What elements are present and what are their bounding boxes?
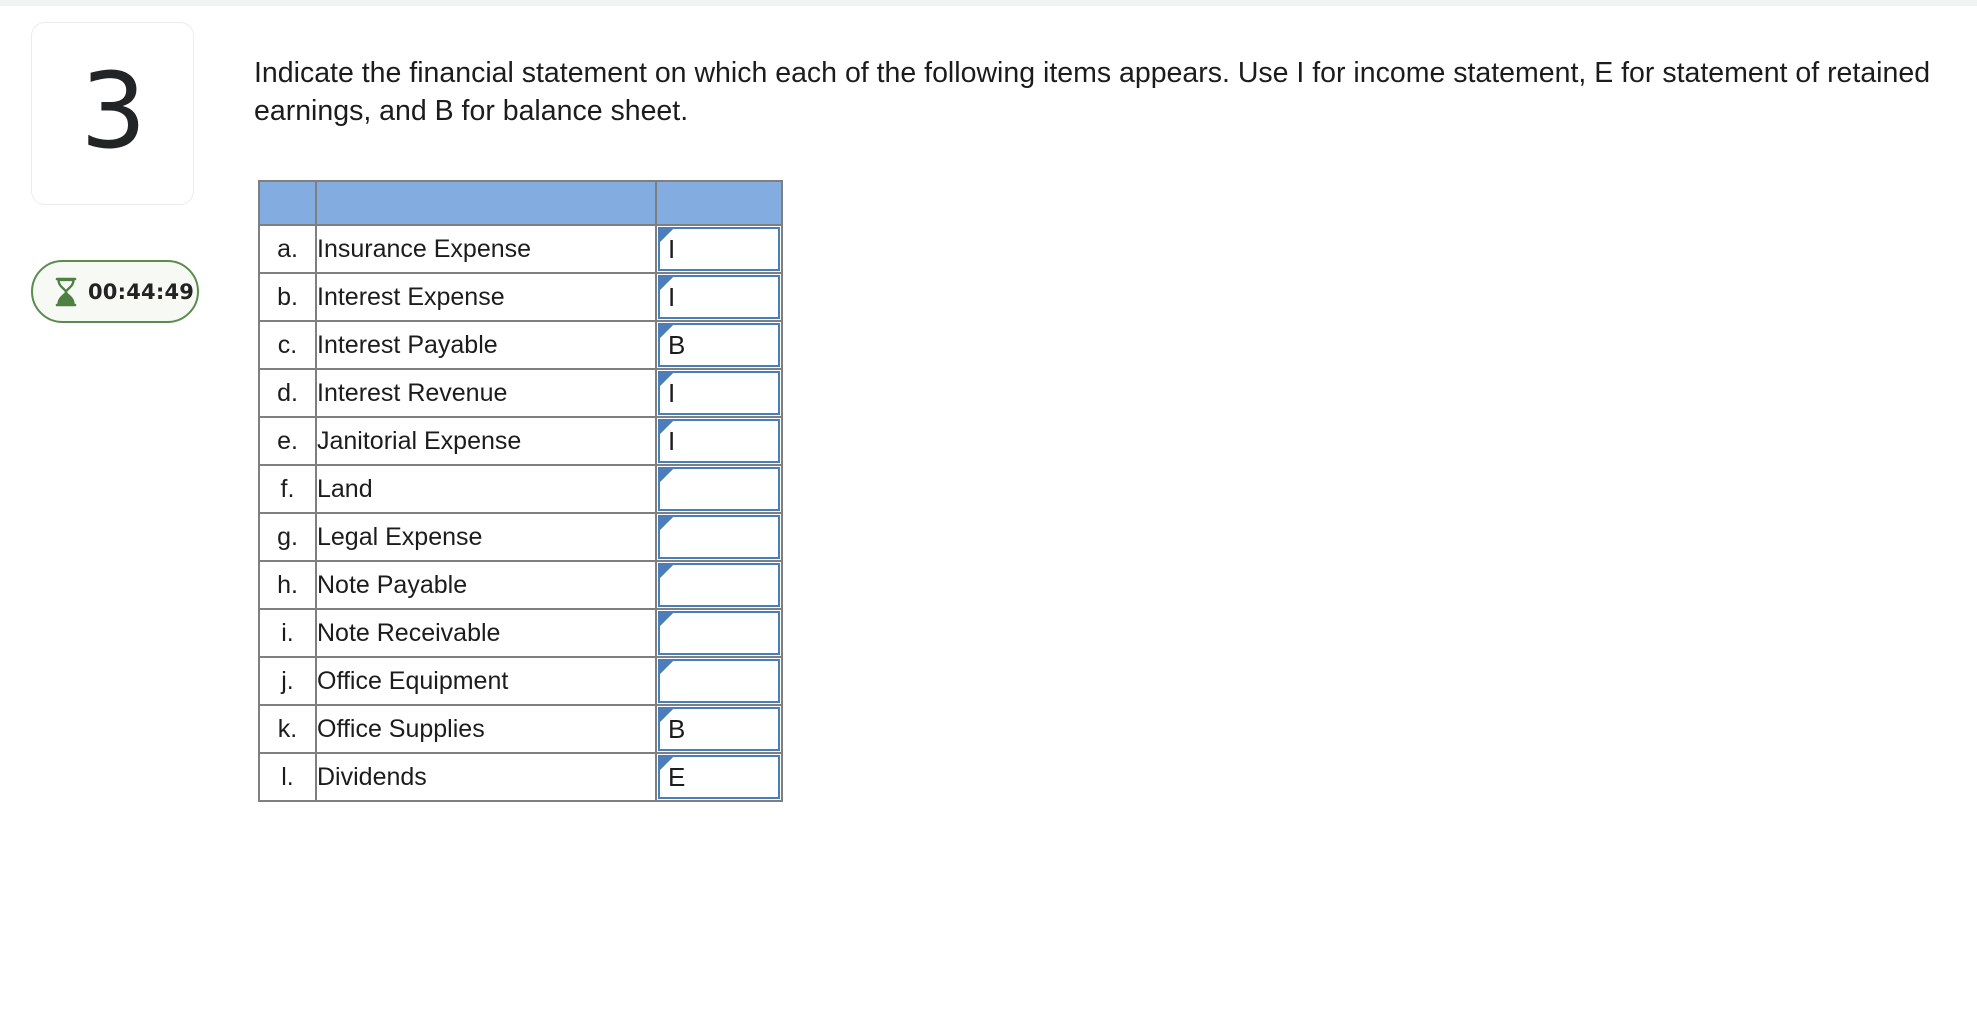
table-row: b. Interest Expense I — [258, 272, 783, 322]
row-letter: l. — [258, 752, 317, 802]
answer-value: E — [668, 762, 686, 792]
answer-table-body: a. Insurance Expense Ib. Interest Expense Ic… — [258, 180, 783, 802]
table-row: g. Legal Expense — [258, 512, 783, 562]
cell-corner-triangle-icon — [660, 565, 673, 578]
row-item-label: Note Payable — [315, 560, 657, 610]
row-item-label: Interest Payable — [315, 320, 657, 370]
row-answer-cell[interactable]: I — [655, 272, 783, 322]
cell-corner-triangle-icon — [660, 517, 673, 530]
table-row: d. Interest Revenue I — [258, 368, 783, 418]
row-letter: f. — [258, 464, 317, 514]
left-rail: 3 00:44:49 — [31, 22, 201, 323]
row-letter: i. — [258, 608, 317, 658]
row-letter: d. — [258, 368, 317, 418]
table-header-row — [258, 180, 783, 226]
answer-value: I — [668, 234, 676, 264]
table-row: k. Office Supplies B — [258, 704, 783, 754]
row-letter: k. — [258, 704, 317, 754]
table-row: f. Land — [258, 464, 783, 514]
answer-value: I — [668, 426, 676, 456]
row-answer-cell[interactable] — [655, 512, 783, 562]
answer-input[interactable]: I — [658, 419, 780, 463]
table-row: h. Note Payable — [258, 560, 783, 610]
row-item-label: Interest Expense — [315, 272, 657, 322]
header-cell-item — [315, 180, 657, 226]
row-answer-cell[interactable] — [655, 560, 783, 610]
question-number-card: 3 — [31, 22, 194, 205]
table-row: j. Office Equipment — [258, 656, 783, 706]
answer-value: I — [668, 282, 676, 312]
row-answer-cell[interactable]: I — [655, 368, 783, 418]
answer-input[interactable] — [658, 467, 780, 511]
answer-input[interactable]: B — [658, 323, 780, 367]
answer-input[interactable] — [658, 611, 780, 655]
header-cell-answer — [655, 180, 783, 226]
row-item-label: Office Equipment — [315, 656, 657, 706]
table-row: l. Dividends E — [258, 752, 783, 802]
answer-input[interactable]: I — [658, 227, 780, 271]
row-letter: b. — [258, 272, 317, 322]
row-item-label: Insurance Expense — [315, 224, 657, 274]
answer-input[interactable]: E — [658, 755, 780, 799]
answer-table-wrap: a. Insurance Expense Ib. Interest Expense Ic… — [258, 180, 783, 802]
row-item-label: Interest Revenue — [315, 368, 657, 418]
cell-corner-triangle-icon — [660, 469, 673, 482]
table-row: a. Insurance Expense I — [258, 224, 783, 274]
question-page: 3 00:44:49 Indicate the financial statem… — [0, 0, 1977, 1017]
cell-corner-triangle-icon — [660, 661, 673, 674]
answer-value: B — [668, 330, 686, 360]
row-answer-cell[interactable] — [655, 656, 783, 706]
header-cell-letter — [258, 180, 317, 226]
answer-input[interactable] — [658, 659, 780, 703]
answer-input[interactable]: I — [658, 371, 780, 415]
row-letter: g. — [258, 512, 317, 562]
row-item-label: Dividends — [315, 752, 657, 802]
row-answer-cell[interactable]: E — [655, 752, 783, 802]
answer-value: I — [668, 378, 676, 408]
cell-corner-triangle-icon — [660, 613, 673, 626]
answer-value: B — [668, 714, 686, 744]
row-item-label: Land — [315, 464, 657, 514]
timer-pill: 00:44:49 — [31, 260, 199, 323]
row-letter: h. — [258, 560, 317, 610]
hourglass-icon — [55, 277, 77, 306]
table-row: i. Note Receivable — [258, 608, 783, 658]
question-prompt: Indicate the financial statement on whic… — [254, 57, 1931, 127]
row-answer-cell[interactable]: I — [655, 224, 783, 274]
row-answer-cell[interactable]: I — [655, 416, 783, 466]
answer-table: a. Insurance Expense Ib. Interest Expense Ic… — [258, 180, 783, 802]
row-letter: j. — [258, 656, 317, 706]
answer-input[interactable]: B — [658, 707, 780, 751]
timer-value: 00:44:49 — [88, 279, 195, 304]
answer-input[interactable]: I — [658, 275, 780, 319]
row-letter: a. — [258, 224, 317, 274]
row-answer-cell[interactable] — [655, 608, 783, 658]
answer-input[interactable] — [658, 515, 780, 559]
row-item-label: Janitorial Expense — [315, 416, 657, 466]
row-answer-cell[interactable]: B — [655, 704, 783, 754]
table-row: c. Interest Payable B — [258, 320, 783, 370]
row-item-label: Legal Expense — [315, 512, 657, 562]
row-item-label: Note Receivable — [315, 608, 657, 658]
row-letter: c. — [258, 320, 317, 370]
row-item-label: Office Supplies — [315, 704, 657, 754]
row-letter: e. — [258, 416, 317, 466]
row-answer-cell[interactable] — [655, 464, 783, 514]
row-answer-cell[interactable]: B — [655, 320, 783, 370]
table-row: e. Janitorial Expense I — [258, 416, 783, 466]
question-number: 3 — [80, 49, 146, 172]
answer-input[interactable] — [658, 563, 780, 607]
